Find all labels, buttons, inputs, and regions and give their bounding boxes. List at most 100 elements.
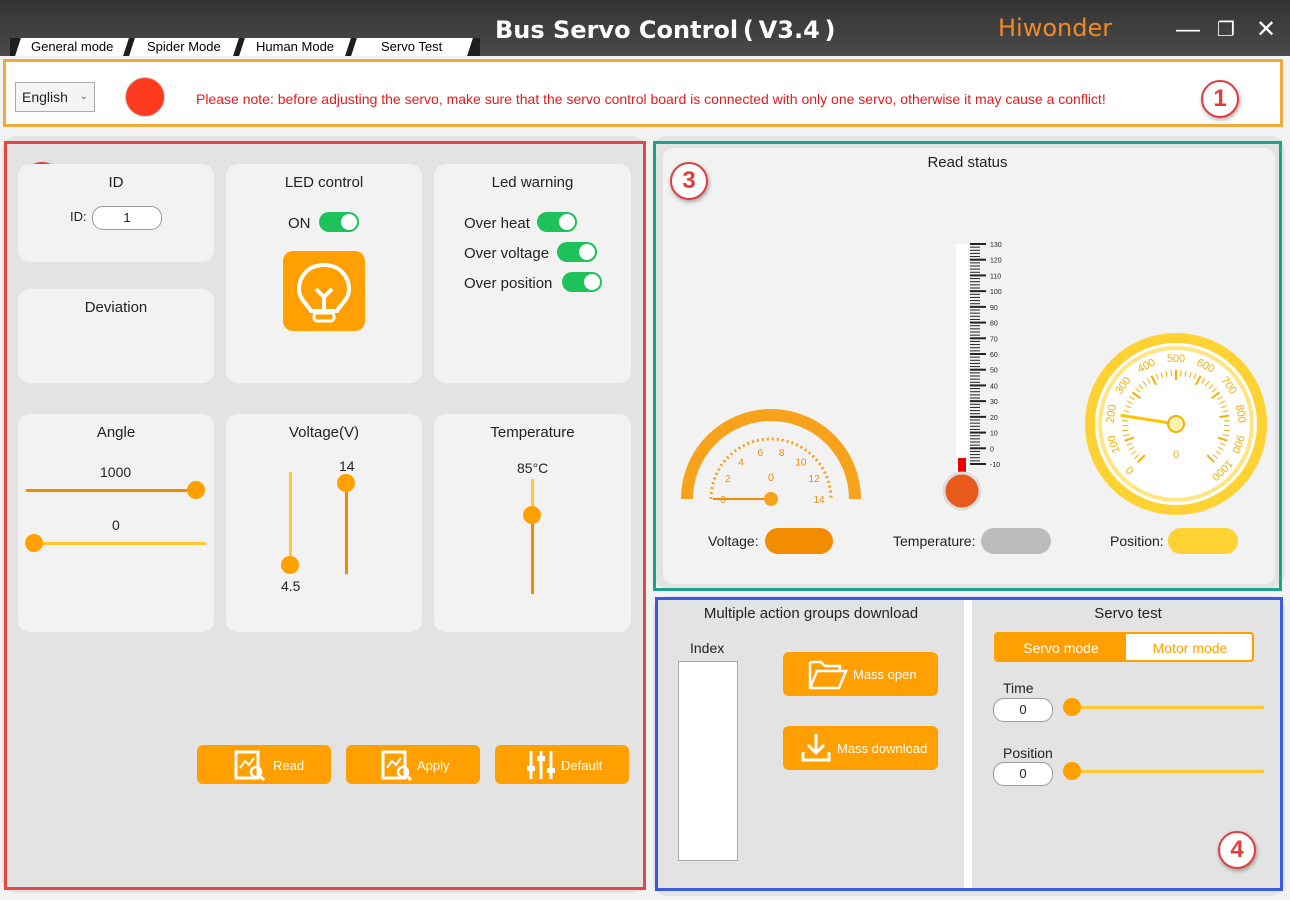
temperature-card-title: Temperature (490, 424, 575, 441)
temperature-card: Temperature 85°C (434, 414, 631, 632)
mode-switch: Servo mode Motor mode (994, 632, 1254, 662)
deviation-card-title: Deviation (84, 299, 148, 316)
tab-human-mode[interactable]: Human Mode (239, 38, 351, 56)
thermometer-tick-label: 0 (990, 446, 994, 453)
voltage-low-slider-handle[interactable] (281, 556, 299, 574)
id-label: ID: (70, 209, 87, 224)
apply-report-icon (381, 750, 413, 782)
voltage-readout-value (765, 528, 833, 554)
time-input[interactable]: 0 (993, 698, 1053, 722)
led-toggle[interactable] (319, 212, 359, 232)
apply-button[interactable]: Apply (346, 745, 480, 784)
servo-mode-option[interactable]: Servo mode (996, 634, 1126, 660)
tab-spider-mode[interactable]: Spider Mode (129, 38, 239, 56)
over-heat-toggle[interactable] (537, 212, 577, 232)
led-card-title: LED control (284, 174, 364, 191)
voltage-tick-label: 14 (813, 495, 825, 506)
lightbulb-icon (296, 262, 352, 323)
voltage-tick-label: 8 (779, 448, 785, 459)
over-position-toggle[interactable] (562, 272, 602, 292)
position-input[interactable]: 0 (993, 762, 1053, 786)
voltage-tick-label: 6 (758, 448, 764, 459)
time-slider-handle[interactable] (1063, 698, 1081, 716)
tab-general-mode[interactable]: General mode (15, 38, 129, 56)
read-report-icon (234, 750, 266, 782)
chevron-down-icon: ⌄ (79, 91, 88, 102)
minimize-icon[interactable]: — (1174, 18, 1202, 42)
voltage-high-track (345, 482, 348, 574)
voltage-tick-label: 12 (809, 474, 821, 485)
temperature-readout-label: Temperature: (893, 533, 976, 549)
over-voltage-label: Over voltage (464, 245, 550, 262)
thermometer-tick-label: 50 (990, 368, 998, 375)
position-gauge-tick (1170, 370, 1172, 377)
voltage-card-title: Voltage(V) (288, 424, 360, 441)
folder-open-icon (808, 660, 848, 690)
thermometer-tube (956, 244, 968, 476)
angle-min-value: 0 (112, 517, 120, 533)
mass-open-label: Mass open (853, 667, 917, 682)
tab-servo-test[interactable]: Servo Test (351, 38, 473, 56)
language-select[interactable]: English ⌄ (15, 82, 95, 112)
tab-label: Spider Mode (147, 39, 221, 54)
voltage-low-track (289, 472, 292, 564)
tab-label: General mode (30, 39, 114, 54)
status-gauges: 0246 810121401301201101009080706050403020… (681, 242, 1267, 515)
voltage-card: Voltage(V) 14 4.5 (226, 414, 422, 632)
angle-min-slider-handle[interactable] (25, 534, 43, 552)
voltage-high-slider-handle[interactable] (337, 474, 355, 492)
title-bar: General mode Spider Mode Human Mode Serv… (0, 0, 1290, 56)
angle-card: Angle 1000 0 (18, 414, 214, 632)
led-bulb-button[interactable] (283, 251, 365, 331)
brand-logo: Hiwonder (998, 14, 1113, 42)
position-slider-track (1074, 770, 1264, 773)
restore-icon[interactable]: ❐ (1212, 18, 1240, 42)
apply-label: Apply (417, 758, 450, 773)
language-value: English (22, 89, 68, 105)
close-icon[interactable]: ✕ (1252, 18, 1280, 42)
download-icon (801, 734, 831, 762)
id-input[interactable]: 1 (92, 206, 162, 230)
position-gauge-hub (1167, 415, 1185, 433)
mass-open-button[interactable]: Mass open (783, 652, 938, 696)
over-position-label: Over position (464, 275, 553, 292)
read-status-panel: Read status 3 0 2 4 6 8 10 12 14 0 130 120 110 100 90… (653, 141, 1282, 591)
thermometer-tick-label: 40 (990, 383, 998, 390)
connection-status-indicator (125, 77, 165, 117)
voltage-gauge-center-label: 0 (768, 472, 774, 484)
voltage-gauge-hub (764, 492, 778, 506)
time-slider-track (1074, 706, 1264, 709)
position-label: Position (1003, 745, 1053, 761)
position-slider-handle[interactable] (1063, 762, 1081, 780)
notice-text: Please note: before adjusting the servo,… (196, 91, 1106, 107)
over-heat-label: Over heat (464, 215, 530, 232)
angle-max-slider-handle[interactable] (187, 481, 205, 499)
position-readout-label: Position: (1110, 533, 1164, 549)
thermometer-tick-label: 80 (990, 321, 998, 328)
servo-test-title: Servo test (1094, 605, 1162, 622)
temperature-readout-value (981, 528, 1051, 554)
marker-4: 4 (1218, 831, 1256, 869)
id-card: ID ID: 1 (18, 164, 214, 262)
download-title: Multiple action groups download (703, 605, 919, 622)
motor-mode-option[interactable]: Motor mode (1126, 634, 1252, 660)
over-voltage-toggle[interactable] (557, 242, 597, 262)
mass-download-button[interactable]: Mass download (783, 726, 938, 770)
led-control-card: LED control ON (226, 164, 422, 383)
voltage-tick-label: 2 (725, 474, 731, 485)
download-and-test-panel: Multiple action groups download Index Ma… (655, 597, 1283, 891)
read-button[interactable]: Read (197, 745, 331, 784)
default-button[interactable]: Default (495, 745, 629, 784)
id-card-title: ID (108, 174, 124, 191)
time-label: Time (1003, 680, 1034, 696)
voltage-tick-label: 0 (720, 495, 726, 506)
thermometer-tick-label: 10 (990, 431, 998, 438)
angle-max-track (26, 489, 198, 492)
position-readout-value (1168, 528, 1238, 554)
temperature-slider-handle[interactable] (523, 506, 541, 524)
thermometer-tick-label: 70 (990, 336, 998, 343)
deviation-card: Deviation (18, 289, 214, 383)
thermometer-tick-label: 20 (990, 415, 998, 422)
mass-download-label: Mass download (837, 741, 928, 756)
index-list[interactable] (678, 661, 738, 861)
